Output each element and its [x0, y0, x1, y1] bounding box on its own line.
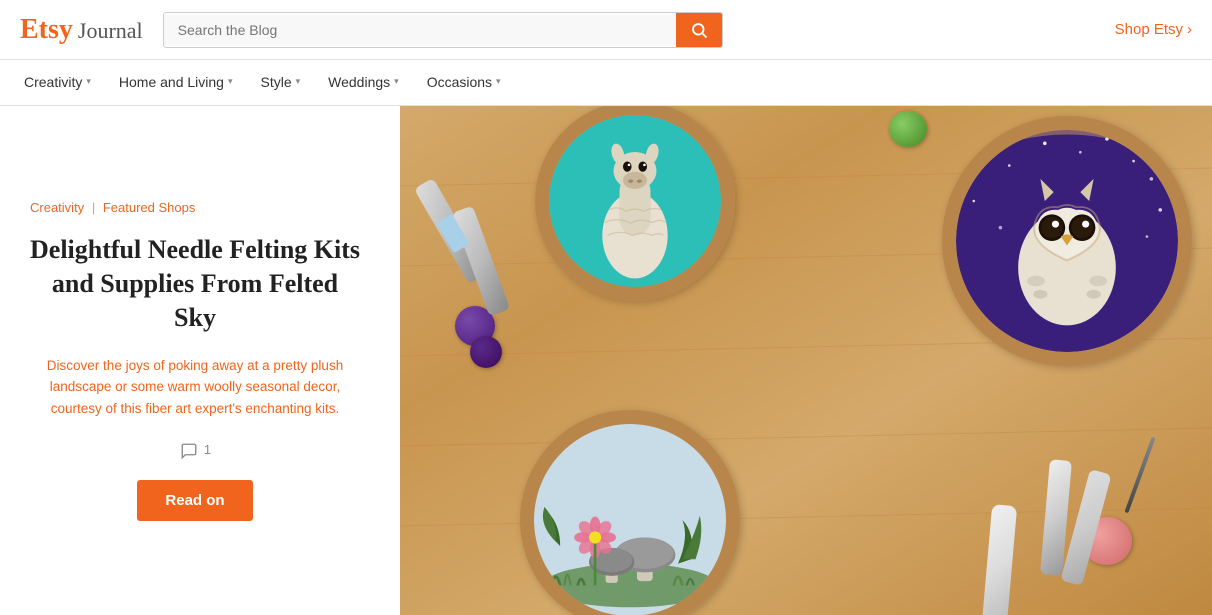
chevron-down-icon: ▾: [394, 76, 399, 87]
category-creativity-link[interactable]: Creativity: [30, 200, 84, 215]
nav-item-creativity[interactable]: Creativity ▾: [10, 60, 105, 105]
logo-area: Etsy Journal: [20, 14, 143, 46]
nav-label-style: Style: [260, 74, 291, 90]
logo-journal: Journal: [78, 18, 143, 44]
nav-label-occasions: Occasions: [427, 74, 492, 90]
nav-item-occasions[interactable]: Occasions ▾: [413, 60, 515, 105]
logo-etsy[interactable]: Etsy: [20, 14, 73, 46]
main-content: Creativity | Featured Shops Delightful N…: [0, 106, 1212, 615]
read-on-button[interactable]: Read on: [137, 480, 252, 521]
chevron-down-icon: ▾: [296, 76, 301, 87]
chevron-down-icon: ▾: [228, 76, 233, 87]
owl-art: [956, 130, 1178, 352]
main-nav: Creativity ▾ Home and Living ▾ Style ▾ W…: [0, 60, 1212, 106]
nav-label-creativity: Creativity: [24, 74, 82, 90]
comment-count: 1: [204, 442, 211, 457]
comment-icon: [179, 442, 199, 458]
shop-etsy-arrow: ›: [1187, 21, 1192, 38]
chevron-down-icon: ▾: [496, 76, 501, 87]
article-title: Delightful Needle Felting Kits and Suppl…: [30, 233, 360, 334]
yarn-ball-green: [889, 111, 927, 147]
shop-etsy-label: Shop Etsy: [1115, 21, 1183, 38]
nav-item-style[interactable]: Style ▾: [246, 60, 314, 105]
comment-row: 1: [30, 442, 360, 458]
search-button[interactable]: [676, 13, 722, 47]
search-icon: [690, 21, 708, 39]
search-container: [163, 12, 723, 48]
site-header: Etsy Journal Shop Etsy ›: [0, 0, 1212, 60]
mushroom-hoop: [520, 410, 740, 615]
category-divider: |: [92, 200, 95, 215]
owl-hoop: [942, 116, 1192, 366]
category-featured-link[interactable]: Featured Shops: [103, 200, 196, 215]
llama-hoop: [535, 106, 735, 301]
shop-etsy-link[interactable]: Shop Etsy ›: [1115, 21, 1192, 38]
hero-image-panel: [400, 106, 1212, 615]
nav-item-weddings[interactable]: Weddings ▾: [314, 60, 413, 105]
yarn-spool-dark: [470, 336, 502, 368]
article-excerpt: Discover the joys of poking away at a pr…: [30, 355, 360, 420]
nav-label-home-living: Home and Living: [119, 74, 224, 90]
hero-canvas: [400, 106, 1212, 615]
chevron-down-icon: ▾: [86, 76, 91, 87]
search-input[interactable]: [164, 14, 676, 46]
nav-label-weddings: Weddings: [328, 74, 390, 90]
llama-art: [549, 115, 721, 287]
category-tags: Creativity | Featured Shops: [30, 200, 360, 215]
mushroom-art: [534, 424, 726, 615]
article-panel: Creativity | Featured Shops Delightful N…: [0, 106, 400, 615]
nav-item-home-living[interactable]: Home and Living ▾: [105, 60, 247, 105]
